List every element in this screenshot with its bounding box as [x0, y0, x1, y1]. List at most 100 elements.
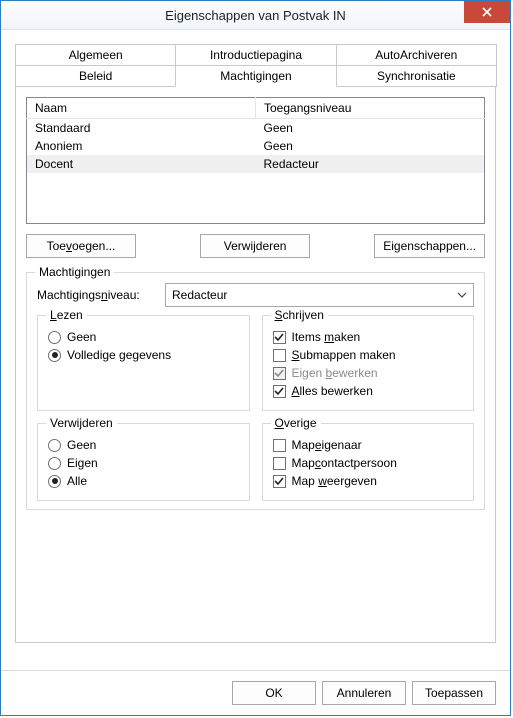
checkbox-icon: [273, 367, 286, 380]
group-legend: Lezen: [46, 308, 87, 322]
option-label: Mapcontactpersoon: [292, 456, 397, 470]
group-lezen: Lezen Geen Volledige gegevens: [37, 315, 250, 411]
radio-icon: [48, 457, 61, 470]
tab-machtigingen[interactable]: Machtigingen: [175, 65, 336, 87]
check-edit-own: Eigen bewerken: [273, 366, 464, 380]
tab-row-2: Beleid Machtigingen Synchronisatie: [15, 65, 496, 87]
option-label: Items maken: [292, 330, 361, 344]
tab-introductiepagina[interactable]: Introductiepagina: [175, 44, 336, 66]
check-folder-contact[interactable]: Mapcontactpersoon: [273, 456, 464, 470]
permission-level-row: Machtigingsniveau: Redacteur: [37, 283, 474, 307]
titlebar: Eigenschappen van Postvak IN: [1, 1, 510, 30]
dialog-footer: OK Annuleren Toepassen: [1, 670, 510, 715]
option-label: Volledige gegevens: [67, 348, 171, 362]
option-label: Alle: [67, 474, 87, 488]
close-button[interactable]: [464, 1, 510, 23]
button-label: OK: [265, 686, 282, 700]
permissions-table[interactable]: Naam Toegangsniveau Standaard Geen Anoni…: [26, 97, 485, 224]
select-value: Redacteur: [172, 288, 227, 302]
cell-level: Redacteur: [256, 155, 485, 173]
delete-other-row: Verwijderen Geen Eigen All: [37, 423, 474, 501]
col-header-name[interactable]: Naam: [27, 98, 256, 119]
add-button[interactable]: Toevoegen...: [26, 234, 136, 258]
tab-synchronisatie[interactable]: Synchronisatie: [336, 65, 497, 87]
check-folder-owner[interactable]: Mapeigenaar: [273, 438, 464, 452]
table-empty-space: [27, 173, 485, 224]
group-legend: Schrijven: [271, 308, 328, 322]
window-title: Eigenschappen van Postvak IN: [165, 8, 346, 23]
radio-delete-own[interactable]: Eigen: [48, 456, 239, 470]
option-label: Mapeigenaar: [292, 438, 362, 452]
tab-label: Synchronisatie: [377, 69, 456, 83]
option-label: Eigen bewerken: [292, 366, 378, 380]
check-folder-visible[interactable]: Map weergeven: [273, 474, 464, 488]
cell-name: Standaard: [27, 119, 256, 138]
cell-level: Geen: [256, 137, 485, 155]
button-label: Annuleren: [337, 686, 392, 700]
cell-name: Anoniem: [27, 137, 256, 155]
dialog-window: Eigenschappen van Postvak IN Algemeen In…: [0, 0, 511, 716]
tab-control: Algemeen Introductiepagina AutoArchivere…: [15, 44, 496, 643]
properties-button[interactable]: Eigenschappen...: [374, 234, 485, 258]
checkbox-icon: [273, 475, 286, 488]
group-verwijderen: Verwijderen Geen Eigen All: [37, 423, 250, 501]
radio-delete-none[interactable]: Geen: [48, 438, 239, 452]
cancel-button[interactable]: Annuleren: [322, 681, 406, 705]
cell-level: Geen: [256, 119, 485, 138]
table-row[interactable]: Docent Redacteur: [27, 155, 485, 173]
client-area: Algemeen Introductiepagina AutoArchivere…: [1, 30, 510, 670]
checkbox-icon: [273, 331, 286, 344]
check-create-subfolders[interactable]: Submappen maken: [273, 348, 464, 362]
check-edit-all[interactable]: Alles bewerken: [273, 384, 464, 398]
tab-panel-machtigingen: Naam Toegangsniveau Standaard Geen Anoni…: [15, 87, 496, 643]
tab-label: Algemeen: [69, 48, 123, 62]
radio-read-full[interactable]: Volledige gegevens: [48, 348, 239, 362]
cell-name: Docent: [27, 155, 256, 173]
option-label: Alles bewerken: [292, 384, 373, 398]
table-row[interactable]: Standaard Geen: [27, 119, 485, 138]
radio-read-none[interactable]: Geen: [48, 330, 239, 344]
option-label: Map weergeven: [292, 474, 377, 488]
close-icon: [482, 7, 492, 17]
option-label: Submappen maken: [292, 348, 396, 362]
button-label: Verwijderen: [224, 239, 287, 253]
option-label: Eigen: [67, 456, 98, 470]
radio-delete-all[interactable]: Alle: [48, 474, 239, 488]
tab-label: AutoArchiveren: [375, 48, 457, 62]
tab-label: Introductiepagina: [210, 48, 302, 62]
tab-beleid[interactable]: Beleid: [15, 65, 176, 87]
group-overige: Overige Mapeigenaar Mapcontactpersoon: [262, 423, 475, 501]
radio-icon: [48, 331, 61, 344]
ok-button[interactable]: OK: [232, 681, 316, 705]
group-schrijven: Schrijven Items maken Submappen maken: [262, 315, 475, 411]
remove-button[interactable]: Verwijderen: [200, 234, 310, 258]
radio-icon: [48, 349, 61, 362]
permission-level-select[interactable]: Redacteur: [165, 283, 474, 307]
table-buttons: Toevoegen... Verwijderen Eigenschappen..…: [26, 234, 485, 258]
radio-icon: [48, 475, 61, 488]
tab-autoarchiveren[interactable]: AutoArchiveren: [336, 44, 497, 66]
read-write-row: Lezen Geen Volledige gegevens Sch: [37, 315, 474, 411]
group-machtigingen: Machtigingen Machtigingsniveau: Redacteu…: [26, 272, 485, 510]
table-row[interactable]: Anoniem Geen: [27, 137, 485, 155]
button-label: Eigenschappen...: [383, 239, 476, 253]
button-label: Toepassen: [425, 686, 483, 700]
apply-button[interactable]: Toepassen: [412, 681, 496, 705]
option-label: Geen: [67, 330, 96, 344]
col-header-level[interactable]: Toegangsniveau: [256, 98, 485, 119]
checkbox-icon: [273, 385, 286, 398]
tab-label: Machtigingen: [220, 69, 291, 83]
group-legend: Overige: [271, 416, 321, 430]
checkbox-icon: [273, 439, 286, 452]
checkbox-icon: [273, 349, 286, 362]
tab-label: Beleid: [79, 69, 112, 83]
tab-algemeen[interactable]: Algemeen: [15, 44, 176, 66]
tab-row-1: Algemeen Introductiepagina AutoArchivere…: [15, 44, 496, 66]
group-legend: Machtigingen: [35, 265, 114, 279]
radio-icon: [48, 439, 61, 452]
chevron-down-icon: [457, 290, 467, 300]
group-legend: Verwijderen: [46, 416, 117, 430]
checkbox-icon: [273, 457, 286, 470]
option-label: Geen: [67, 438, 96, 452]
check-create-items[interactable]: Items maken: [273, 330, 464, 344]
